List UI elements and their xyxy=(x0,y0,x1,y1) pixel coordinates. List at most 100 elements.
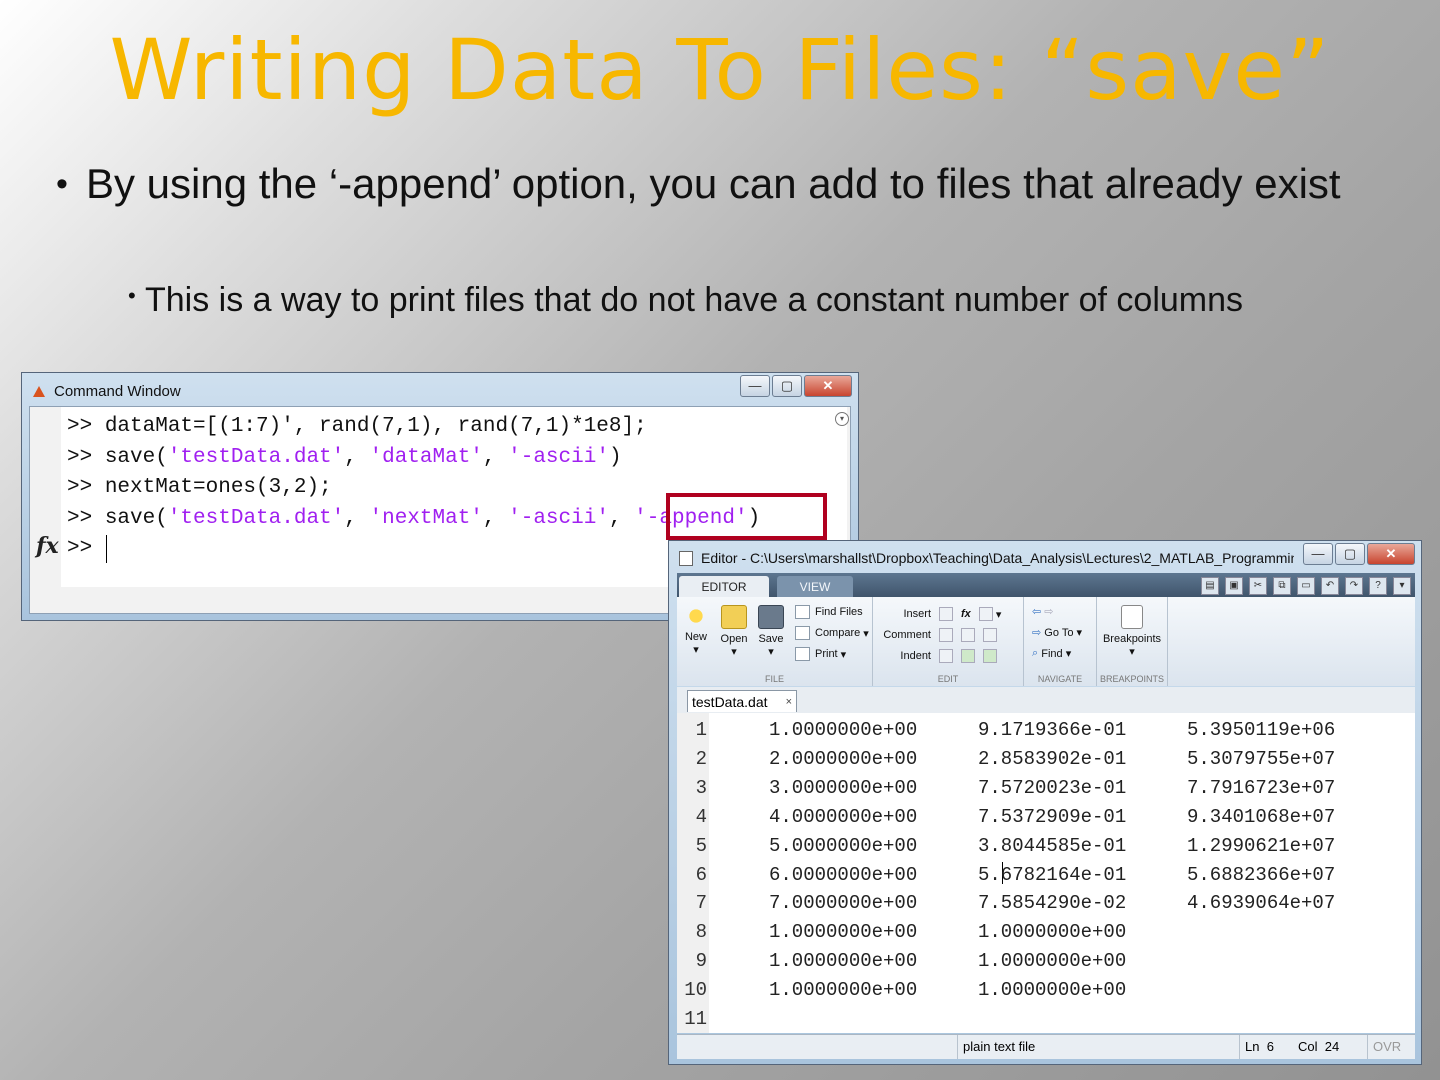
data-cell: 5.3950119e+06 xyxy=(1187,719,1336,741)
column-value: 24 xyxy=(1324,1039,1340,1054)
insert-row[interactable]: Insert fx ▾ xyxy=(883,607,1001,621)
increase-indent-icon[interactable] xyxy=(961,649,975,663)
code-text: dataMat=[(1:7)', rand(7,1), rand(7,1)*1e… xyxy=(104,415,647,438)
find-label: Find xyxy=(1041,647,1063,660)
data-cell: 7.0000000e+00 xyxy=(769,892,918,915)
command-line: >> save('testData.dat', 'dataMat', '-asc… xyxy=(67,446,622,469)
editor-text-area[interactable]: 1 1.0000000e+00 9.1719366e-01 5.3950119e+06… xyxy=(677,713,1415,1033)
save-label: Save xyxy=(758,633,784,645)
line-number: 11 xyxy=(684,1008,707,1030)
file-group: New ▾ Open ▾ Save ▾ Find Files Compare ▾ Pr… xyxy=(677,597,873,686)
data-cell: 6.0000000e+00 xyxy=(769,863,918,886)
find-button[interactable]: ⌕ Find ▾ xyxy=(1032,647,1071,660)
back-arrow-icon[interactable]: ⇦ xyxy=(1032,605,1041,618)
open-button[interactable]: Open ▾ xyxy=(717,605,751,658)
prompt: >> xyxy=(67,415,105,438)
tab-view[interactable]: VIEW xyxy=(777,576,853,597)
ribbon-body: New ▾ Open ▾ Save ▾ Find Files Compare ▾ Pr… xyxy=(677,597,1415,686)
decrease-indent-icon[interactable] xyxy=(983,649,997,663)
print-button[interactable]: Print ▾ xyxy=(795,647,846,661)
save-disk-icon xyxy=(758,605,784,629)
data-cell: 5.3079755e+07 xyxy=(1187,747,1336,770)
minimize-button[interactable]: — xyxy=(740,375,770,397)
data-cell: 7.5720023e-01 xyxy=(978,776,1127,799)
bullet-1: • By using the ‘-append’ option, you can… xyxy=(56,156,1396,212)
tab-editor[interactable]: EDITOR xyxy=(679,576,769,597)
search-options-icon[interactable]: ▾ xyxy=(1393,577,1411,595)
insert-function-icon[interactable]: fx xyxy=(961,608,971,620)
command-window-titlebar[interactable]: Command Window xyxy=(32,380,181,402)
copy-icon[interactable]: ⧉ xyxy=(1273,577,1291,595)
close-button[interactable]: ✕ xyxy=(804,375,852,397)
command-line: >> xyxy=(67,537,105,560)
data-cell: 1.2990621e+07 xyxy=(1187,834,1336,857)
data-cell: 5.6782164e-01 xyxy=(978,863,1127,886)
comment-row[interactable]: Comment xyxy=(883,628,997,642)
code-text: ) xyxy=(608,445,622,469)
data-cell: 1.0000000e+00 xyxy=(769,921,918,944)
editor-close-button[interactable]: ✕ xyxy=(1367,543,1415,565)
comment-label: Comment xyxy=(883,629,931,641)
comment-icon[interactable] xyxy=(939,628,953,642)
layout-icon[interactable]: ▤ xyxy=(1201,577,1219,595)
edit-group-label: EDIT xyxy=(937,674,959,684)
data-cell: 3.0000000e+00 xyxy=(769,776,918,799)
doc-tab-close-icon[interactable]: × xyxy=(786,691,792,713)
string-literal: 'testData.dat' xyxy=(167,445,345,469)
line-number: 5 xyxy=(695,834,707,857)
command-window-menu-icon[interactable]: ▾ xyxy=(835,412,849,426)
undo-icon[interactable]: ↶ xyxy=(1321,577,1339,595)
indent-row[interactable]: Indent xyxy=(883,649,997,663)
insert-tools-icon[interactable] xyxy=(978,607,993,621)
new-button[interactable]: New ▾ xyxy=(681,605,711,656)
command-line: >> dataMat=[(1:7)', rand(7,1), rand(7,1)… xyxy=(67,415,647,438)
open-folder-icon xyxy=(721,605,747,629)
line-number: 2 xyxy=(695,747,707,770)
goto-button[interactable]: ⇨ Go To ▾ xyxy=(1032,626,1082,640)
save-button[interactable]: Save ▾ xyxy=(755,605,787,658)
code-text: , xyxy=(482,445,509,469)
breakpoints-group: Breakpoints ▾ BREAKPOINTS xyxy=(1097,597,1168,686)
compare-button[interactable]: Compare ▾ xyxy=(795,626,869,640)
find-files-button[interactable]: Find Files xyxy=(795,605,863,619)
file-type-status: plain text file xyxy=(957,1035,1235,1059)
goto-icon: ⇨ xyxy=(1032,627,1042,639)
cut-icon[interactable]: ✂ xyxy=(1249,577,1267,595)
paste-icon[interactable]: ▭ xyxy=(1297,577,1315,595)
editor-minimize-button[interactable]: — xyxy=(1303,543,1333,565)
forward-arrow-icon[interactable]: ⇨ xyxy=(1044,605,1053,618)
save-icon[interactable]: ▣ xyxy=(1225,577,1243,595)
data-cell: 1.0000000e+00 xyxy=(769,979,918,1002)
string-literal: 'dataMat' xyxy=(369,445,483,469)
code-text: save( xyxy=(104,506,168,530)
data-cell: 1.0000000e+00 xyxy=(769,950,918,973)
help-icon[interactable]: ? xyxy=(1369,577,1387,595)
function-browser-icon[interactable]: fx xyxy=(36,533,59,559)
line-number: 1 xyxy=(695,719,707,741)
smart-indent-icon[interactable] xyxy=(939,649,953,663)
compare-label: Compare xyxy=(815,627,861,639)
open-label: Open xyxy=(720,633,748,645)
redo-icon[interactable]: ↷ xyxy=(1345,577,1363,595)
editor-window[interactable]: Editor - C:\Users\marshallst\Dropbox\Tea… xyxy=(668,540,1422,1065)
wrap-comments-icon[interactable] xyxy=(983,628,997,642)
bullet-2-glyph: • xyxy=(128,283,136,308)
prompt: >> xyxy=(67,537,105,560)
bullet-1-glyph: • xyxy=(56,165,68,203)
editor-titlebar[interactable]: Editor - C:\Users\marshallst\Dropbox\Tea… xyxy=(679,547,1294,569)
command-line: >> nextMat=ones(3,2); xyxy=(67,476,332,499)
uncomment-icon[interactable] xyxy=(961,628,975,642)
breakpoints-group-label: BREAKPOINTS xyxy=(1099,674,1164,684)
doc-tab-testdata[interactable]: testData.dat × xyxy=(687,690,797,712)
maximize-button[interactable]: ▢ xyxy=(772,375,802,397)
magnifier-icon: ⌕ xyxy=(1032,647,1039,659)
code-text: , xyxy=(344,506,370,530)
breakpoints-button[interactable]: Breakpoints ▾ xyxy=(1099,605,1165,658)
insert-section-icon[interactable] xyxy=(939,607,953,621)
data-cell: 7.7916723e+07 xyxy=(1187,776,1336,799)
bullet-2: • This is a way to print files that do n… xyxy=(128,276,1328,324)
editor-maximize-button[interactable]: ▢ xyxy=(1335,543,1365,565)
breakpoints-label: Breakpoints xyxy=(1102,633,1162,645)
indent-label: Indent xyxy=(900,650,931,662)
string-literal: '-ascii' xyxy=(508,445,609,469)
